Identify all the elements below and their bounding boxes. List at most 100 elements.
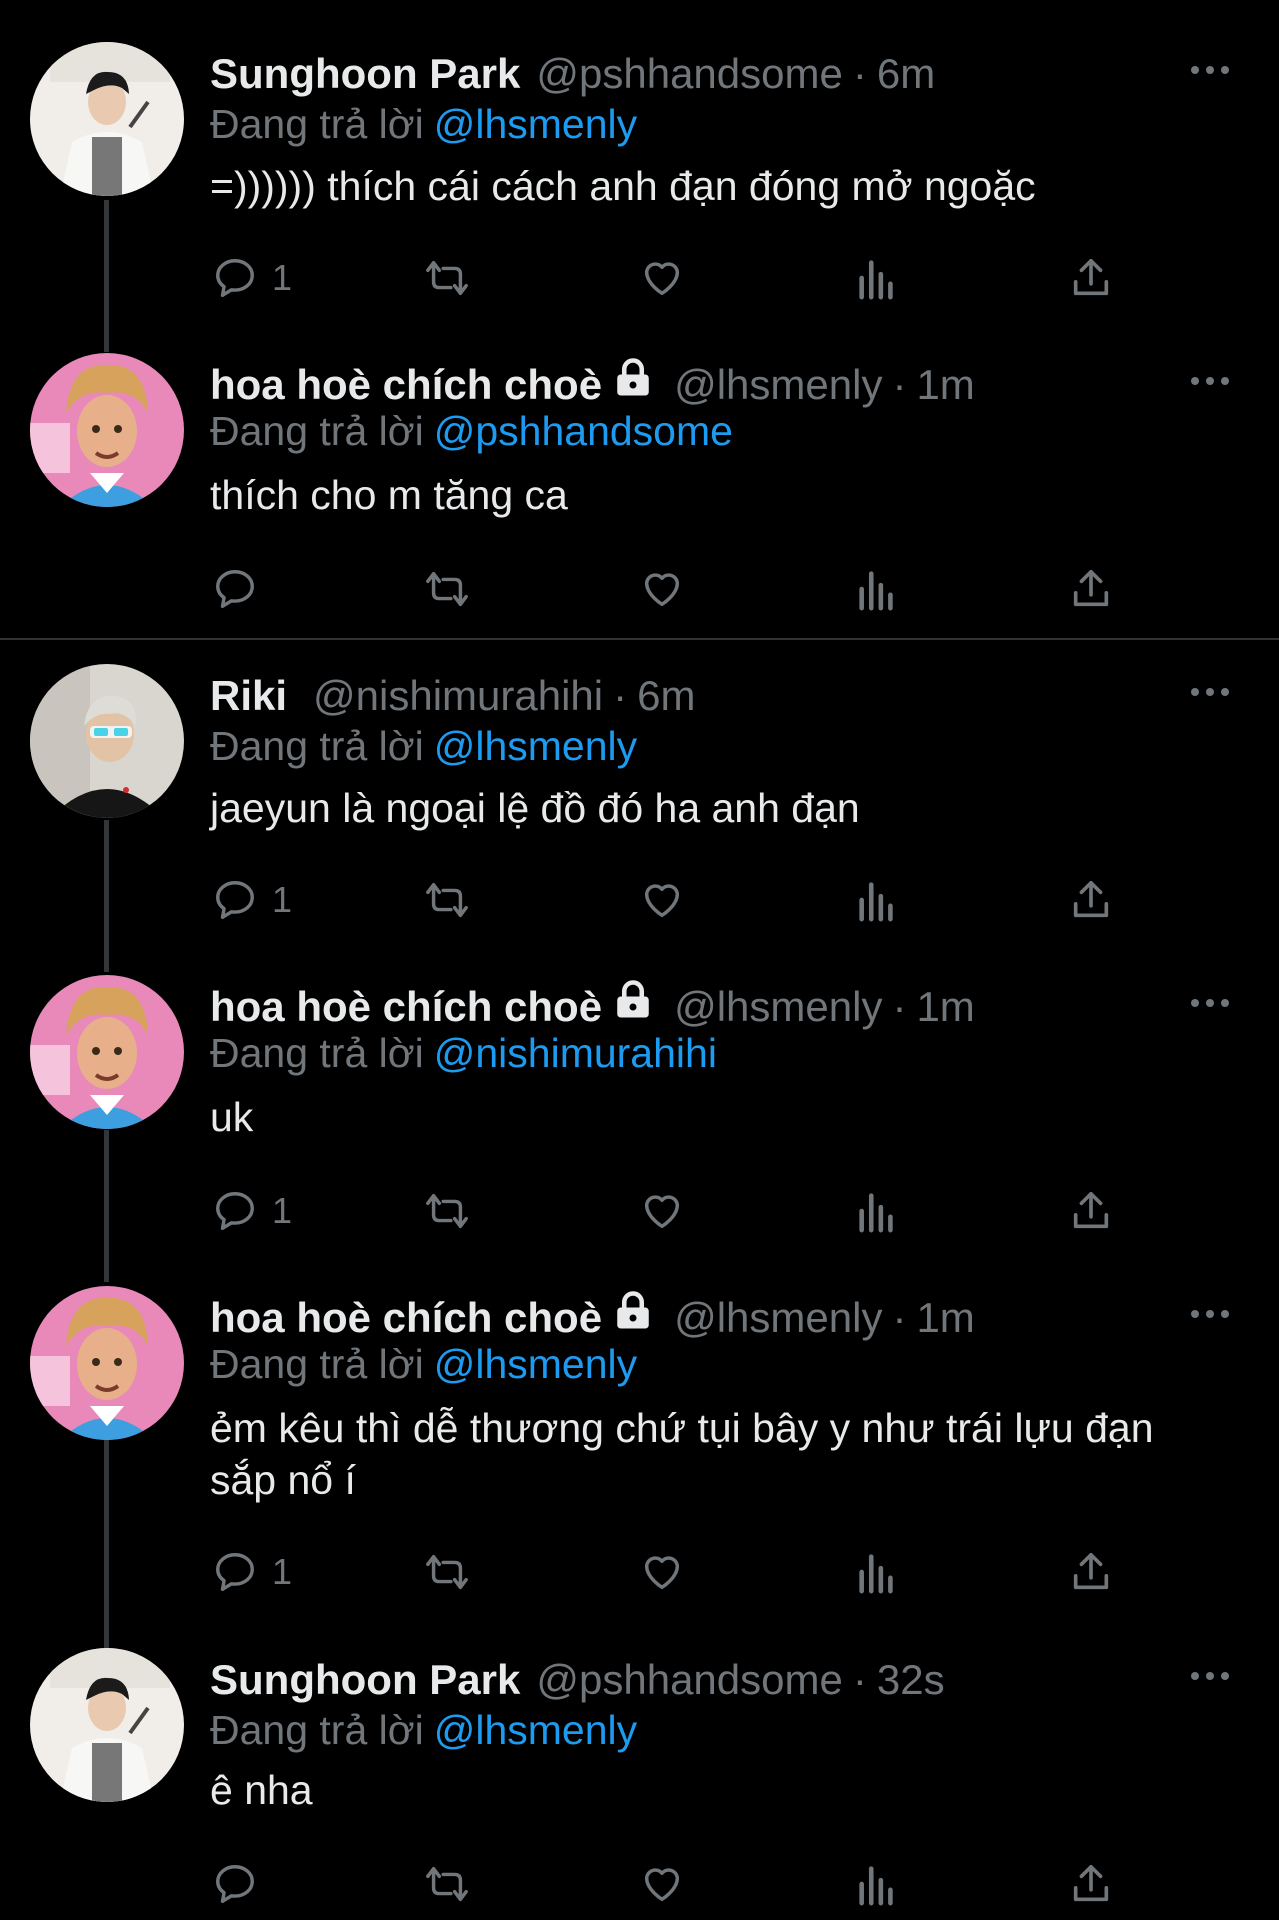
display-name[interactable]: Sunghoon Park (210, 46, 520, 102)
retweet-button[interactable] (420, 1542, 474, 1602)
display-name[interactable]: Sunghoon Park (210, 1652, 520, 1708)
analytics-button[interactable] (856, 248, 898, 308)
separator-dot: · (892, 1294, 907, 1341)
analytics-icon (859, 571, 893, 611)
more-options-icon[interactable] (1185, 1294, 1235, 1334)
avatar[interactable] (30, 664, 184, 818)
share-icon (1073, 258, 1109, 296)
handle[interactable]: @pshhandsome (536, 46, 843, 102)
tweet[interactable]: Riki @nishimurahihi · 6m Đang trả lời @lh… (0, 664, 1279, 934)
reply-button[interactable]: 1 (212, 1181, 292, 1241)
reply-button[interactable] (212, 559, 272, 619)
heart-icon (644, 573, 680, 607)
retweet-button[interactable] (420, 870, 474, 930)
share-button[interactable] (1068, 559, 1114, 619)
timestamp[interactable]: 1m (916, 979, 974, 1035)
analytics-button[interactable] (856, 1854, 898, 1914)
heart-icon (644, 1195, 680, 1229)
handle[interactable]: @pshhandsome (536, 1652, 843, 1708)
handle[interactable]: @nishimurahihi (313, 668, 603, 724)
tweet-text: thích cho m tăng ca (210, 472, 568, 518)
analytics-button[interactable] (856, 559, 898, 619)
tweet[interactable]: hoa hoè chích choè @lhsmenly · 1m Đang t… (0, 353, 1279, 623)
separator-dot: · (852, 1656, 867, 1703)
replying-to: Đang trả lời @lhsmenly (210, 1702, 637, 1758)
handle[interactable]: @lhsmenly (674, 1290, 882, 1346)
retweet-button[interactable] (420, 1854, 474, 1914)
avatar[interactable] (30, 1286, 184, 1440)
avatar[interactable] (30, 975, 184, 1129)
action-bar (210, 1854, 1130, 1914)
share-button[interactable] (1068, 1854, 1114, 1914)
action-bar (210, 559, 1130, 619)
more-options-icon[interactable] (1185, 1656, 1235, 1696)
replying-to-label: Đang trả lời (210, 1341, 424, 1387)
tweet-header: Sunghoon Park @pshhandsome · 32s (210, 1652, 945, 1708)
ken-avatar-image (30, 975, 184, 1129)
action-bar: 1 (210, 1181, 1130, 1241)
tweet-text: uk (210, 1094, 254, 1140)
tweet[interactable]: hoa hoè chích choè @lhsmenly · 1m Đang t… (0, 1286, 1279, 1606)
mention-link[interactable]: @pshhandsome (434, 408, 733, 454)
more-options-icon[interactable] (1185, 50, 1235, 90)
tweet[interactable]: Sunghoon Park @pshhandsome · 6m Đang trả… (0, 42, 1279, 312)
retweet-button[interactable] (420, 248, 474, 308)
analytics-icon (859, 1866, 893, 1906)
action-bar: 1 (210, 248, 1130, 308)
mention-link[interactable]: @lhsmenly (434, 723, 637, 769)
share-button[interactable] (1068, 1181, 1114, 1241)
analytics-button[interactable] (856, 870, 898, 930)
reply-count: 1 (272, 1190, 293, 1231)
mention-link[interactable]: @lhsmenly (434, 101, 637, 147)
reply-count: 1 (272, 879, 293, 920)
tweet[interactable]: hoa hoè chích choè @lhsmenly · 1m Đang t… (0, 975, 1279, 1245)
tweet-text: =)))))) thích cái cách anh đạn đóng mở n… (210, 163, 1036, 209)
share-button[interactable] (1068, 870, 1114, 930)
reply-button[interactable]: 1 (212, 248, 292, 308)
action-bar: 1 (210, 870, 1130, 930)
more-options-icon[interactable] (1185, 672, 1235, 712)
replying-to-label: Đang trả lời (210, 408, 424, 454)
replying-to-label: Đang trả lời (210, 1707, 424, 1753)
reply-button[interactable]: 1 (212, 1542, 292, 1602)
separator-dot: · (852, 50, 867, 97)
mention-link[interactable]: @nishimurahihi (434, 1030, 717, 1076)
like-button[interactable] (638, 1854, 686, 1914)
avatar[interactable] (30, 353, 184, 507)
mention-link[interactable]: @lhsmenly (434, 1341, 637, 1387)
avatar[interactable] (30, 42, 184, 196)
like-button[interactable] (638, 1181, 686, 1241)
tweet-text: ẻm kêu thì dễ thương chứ tụi bây y như t… (210, 1405, 1154, 1503)
timestamp[interactable]: 6m (637, 668, 695, 724)
heart-icon (644, 884, 680, 918)
reply-button[interactable] (212, 1854, 272, 1914)
timestamp[interactable]: 1m (916, 1290, 974, 1346)
reply-icon (216, 1192, 254, 1230)
like-button[interactable] (638, 1542, 686, 1602)
more-options-icon[interactable] (1185, 983, 1235, 1023)
like-button[interactable] (638, 559, 686, 619)
tweet-text: ê nha (210, 1767, 313, 1813)
timestamp[interactable]: 32s (877, 1652, 945, 1708)
mention-link[interactable]: @lhsmenly (434, 1707, 637, 1753)
ken-avatar-image (30, 1286, 184, 1440)
analytics-button[interactable] (856, 1542, 898, 1602)
timestamp[interactable]: 1m (916, 357, 974, 413)
like-button[interactable] (638, 870, 686, 930)
retweet-button[interactable] (420, 559, 474, 619)
tweet[interactable]: Sunghoon Park @pshhandsome · 32s Đang tr… (0, 1648, 1279, 1920)
retweet-button[interactable] (420, 1181, 474, 1241)
analytics-button[interactable] (856, 1181, 898, 1241)
share-button[interactable] (1068, 248, 1114, 308)
display-name[interactable]: Riki (210, 668, 287, 724)
avatar[interactable] (30, 1648, 184, 1802)
reply-icon (216, 259, 254, 297)
reply-count: 1 (272, 257, 293, 298)
reply-button[interactable]: 1 (212, 870, 292, 930)
share-button[interactable] (1068, 1542, 1114, 1602)
more-options-icon[interactable] (1185, 361, 1235, 401)
retweet-icon (426, 1554, 468, 1590)
like-button[interactable] (638, 248, 686, 308)
timestamp[interactable]: 6m (877, 46, 935, 102)
replying-to: Đang trả lời @lhsmenly (210, 96, 637, 152)
